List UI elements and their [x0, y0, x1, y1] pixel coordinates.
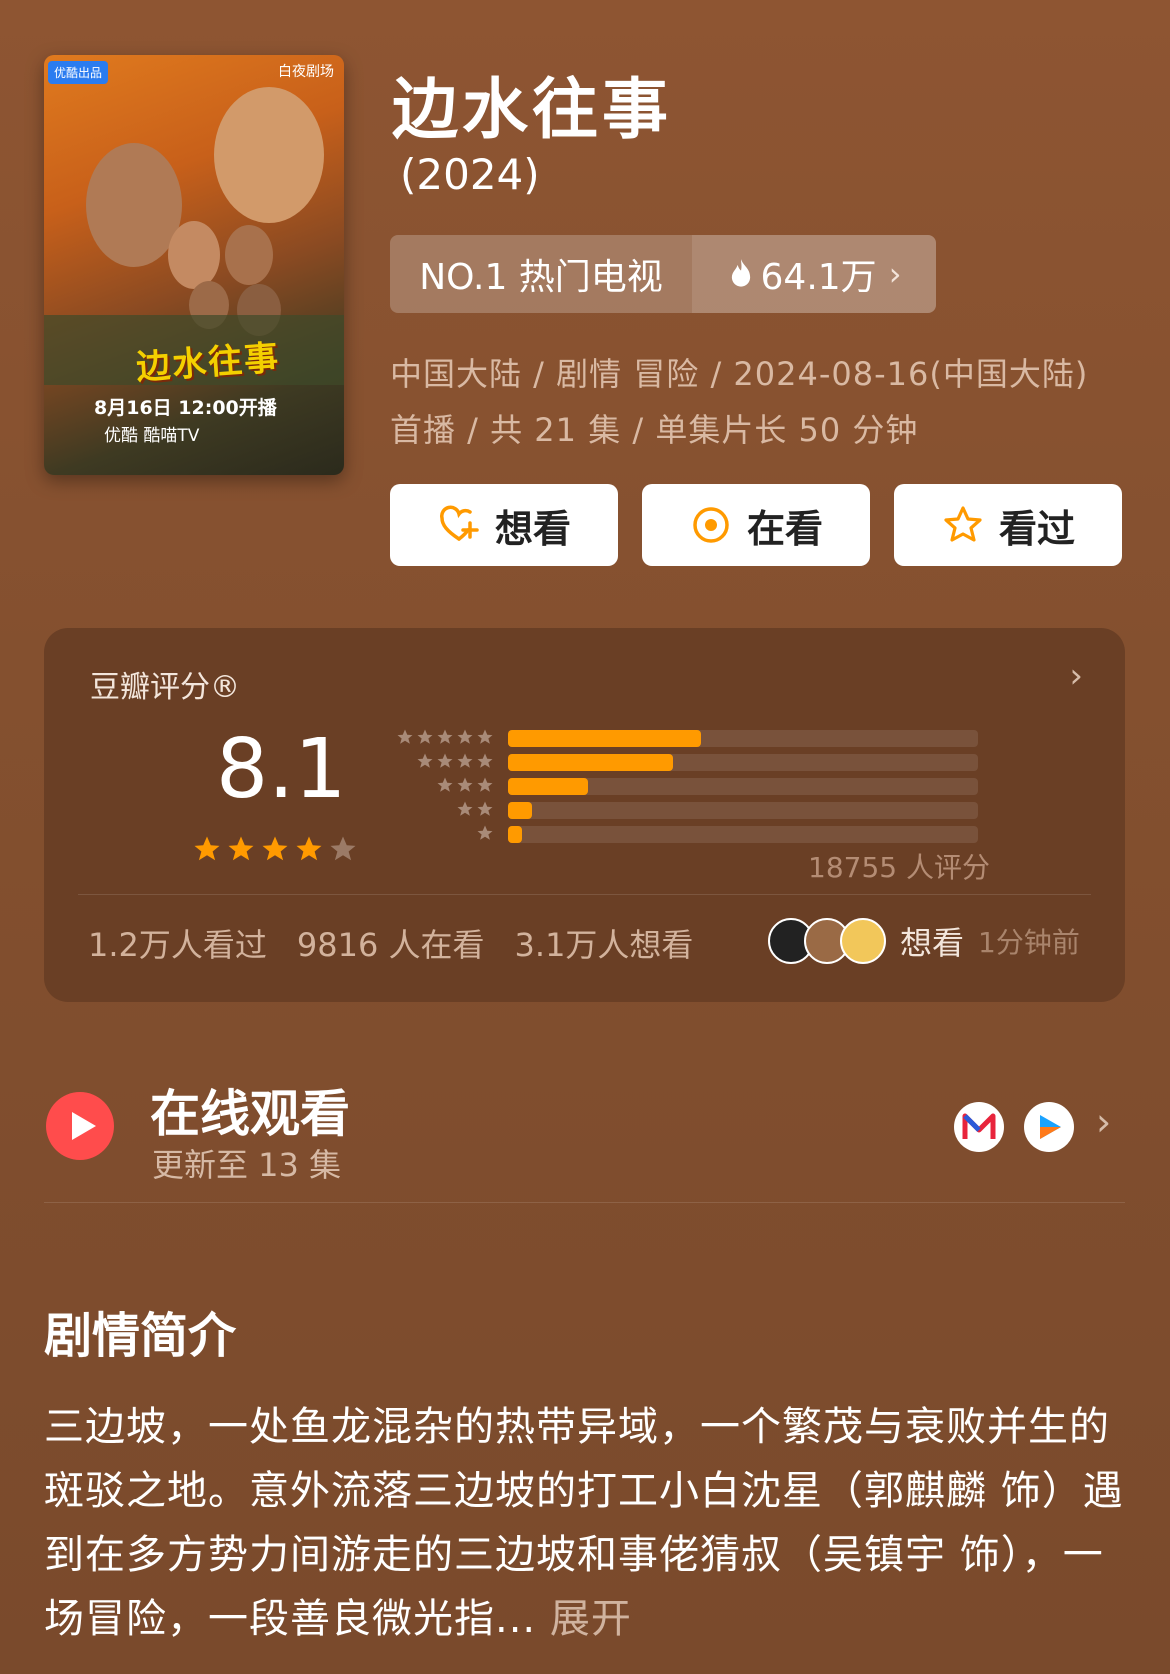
distribution-bar-fill	[508, 754, 673, 771]
heart-plus-icon	[440, 505, 479, 541]
watched-count[interactable]: 1.2万人看过	[88, 920, 267, 966]
expand-link[interactable]: 展开	[550, 1596, 632, 1642]
star-icon	[457, 801, 473, 816]
show-year: (2024)	[400, 150, 540, 199]
star-icon	[417, 729, 433, 744]
row-stars	[384, 824, 494, 842]
poster-platforms: 优酷 酷喵TV	[104, 426, 200, 446]
distribution-bar-fill	[508, 802, 532, 819]
distribution-bar	[508, 778, 978, 795]
star-icon	[194, 836, 220, 861]
poster-title: 边水往事	[135, 338, 282, 388]
want-to-watch-button[interactable]: 想看	[390, 484, 618, 566]
star-icon	[262, 836, 288, 861]
star-icon	[437, 753, 453, 768]
row-stars	[384, 752, 494, 770]
star-icon	[437, 777, 453, 792]
recent-action: 想看	[900, 924, 965, 962]
distribution-bar-fill	[508, 730, 701, 747]
show-meta[interactable]: 中国大陆 / 剧情 冒险 / 2024-08-16(中国大陆) 首播 / 共 2…	[390, 346, 1130, 458]
star-outline-icon	[944, 506, 982, 542]
star-icon	[437, 729, 453, 744]
rating-score: 8.1	[216, 722, 347, 817]
m-logo-icon	[962, 1113, 996, 1139]
recent-time: 1分钟前	[978, 926, 1080, 959]
want-to-watch-label: 想看	[494, 506, 571, 551]
poster-badge: 优酷出品	[48, 61, 109, 84]
online-title: 在线观看	[150, 1085, 350, 1143]
show-title: 边水往事	[392, 71, 672, 148]
star-icon	[228, 836, 254, 861]
heat-value: 64.1万	[760, 257, 877, 298]
action-buttons: 想看 在看 看过	[390, 484, 1122, 566]
movie-detail-page: 优酷出品 白夜剧场 边水往事 8月16日 12:00开播 优酷 酷喵TV 边水往…	[0, 0, 1170, 1674]
watching-label: 在看	[746, 506, 823, 551]
distribution-bar	[508, 754, 978, 771]
avatar	[840, 918, 886, 964]
row-stars	[384, 776, 494, 794]
divider	[44, 1202, 1125, 1203]
star-icon	[477, 801, 493, 816]
rating-card[interactable]: 豆瓣评分® › 8.1 18755 人评分 1.2万人看过 9816 人在看 3…	[44, 628, 1125, 1002]
star-icon	[417, 753, 433, 768]
star-icon	[330, 836, 356, 861]
rank-label: NO.1 热门电视	[390, 235, 692, 313]
star-icon	[477, 825, 493, 840]
star-icon	[397, 729, 413, 744]
star-icon	[477, 729, 493, 744]
star-icon	[296, 836, 322, 861]
divider	[78, 894, 1091, 895]
watch-stats: 1.2万人看过 9816 人在看 3.1万人想看	[88, 920, 693, 966]
chevron-right-icon: ›	[1096, 1100, 1112, 1144]
flame-icon	[731, 259, 750, 287]
star-icon	[477, 753, 493, 768]
online-subtitle: 更新至 13 集	[152, 1146, 342, 1184]
watching-count[interactable]: 9816 人在看	[297, 920, 485, 966]
hot-rank-banner[interactable]: NO.1 热门电视 64.1万 ›	[390, 235, 936, 313]
platform-logo-icon[interactable]	[954, 1102, 1004, 1152]
chevron-right-icon: ›	[888, 255, 902, 293]
synopsis-title: 剧情简介	[44, 1308, 237, 1364]
star-icon	[457, 753, 473, 768]
star-icon	[457, 729, 473, 744]
youku-logo-icon[interactable]	[1024, 1102, 1074, 1152]
rating-stars	[192, 834, 358, 864]
heat-value-group: 64.1万 ›	[692, 235, 936, 313]
poster-image[interactable]: 优酷出品 白夜剧场 边水往事 8月16日 12:00开播 优酷 酷喵TV	[44, 55, 344, 475]
distribution-bar	[508, 826, 978, 843]
distribution-bar-fill	[508, 826, 523, 843]
row-stars	[384, 728, 494, 746]
recent-activity[interactable]: 想看 1分钟前	[768, 918, 1080, 964]
watched-label: 看过	[998, 506, 1075, 551]
rating-label: 豆瓣评分®	[90, 670, 240, 705]
want-count[interactable]: 3.1万人想看	[515, 920, 694, 966]
chevron-right-icon[interactable]: ›	[1069, 656, 1083, 696]
star-icon	[457, 777, 473, 792]
watching-button[interactable]: 在看	[642, 484, 870, 566]
distribution-bar	[508, 802, 978, 819]
synopsis-text-block: 三边坡，一处鱼龙混杂的热带异域，一个繁茂与衰败并生的斑驳之地。意外流落三边坡的打…	[44, 1395, 1124, 1651]
youku-play-icon	[1040, 1115, 1061, 1139]
online-watch-row[interactable]: 在线观看 更新至 13 集 ›	[44, 1070, 1125, 1204]
row-stars	[384, 800, 494, 818]
star-icon	[477, 777, 493, 792]
distribution-bar	[508, 730, 978, 747]
poster-date: 8月16日 12:00开播	[94, 397, 277, 419]
rating-count: 18755 人评分	[808, 851, 990, 884]
play-icon	[46, 1092, 114, 1160]
watched-button[interactable]: 看过	[894, 484, 1122, 566]
poster-studio: 白夜剧场	[278, 64, 334, 80]
target-circle-icon	[693, 507, 729, 543]
distribution-bar-fill	[508, 778, 588, 795]
